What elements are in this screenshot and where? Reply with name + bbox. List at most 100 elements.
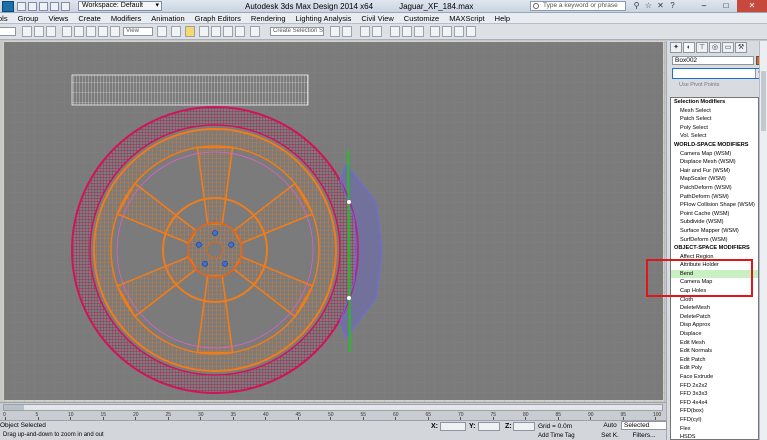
search-input[interactable]: Type a keyword or phrase	[530, 1, 626, 11]
star-icon[interactable]: ☆	[644, 2, 653, 10]
modifier-list-item[interactable]: Hair and Fur (WSM)	[671, 167, 758, 176]
modifier-list-item[interactable]: Camera Map (WSM)	[671, 150, 758, 159]
unlink-icon[interactable]	[34, 26, 44, 37]
percent-snap-icon[interactable]	[223, 26, 233, 37]
modifier-list-item[interactable]: Point Cache (WSM)	[671, 210, 758, 219]
select-object-icon[interactable]	[62, 26, 72, 37]
modifier-list-item[interactable]: PatchDeform (WSM)	[671, 184, 758, 193]
bind-space-warp-icon[interactable]	[46, 26, 56, 37]
rendered-frame-window-icon[interactable]	[442, 26, 452, 37]
set-key-button[interactable]: Set K.	[601, 431, 619, 440]
redo-icon[interactable]	[61, 1, 70, 11]
workspace-dropdown[interactable]: Workspace: Default	[78, 1, 162, 11]
modifier-list-item[interactable]: MapScaler (WSM)	[671, 175, 758, 184]
menu-maxscript[interactable]: MAXScript	[444, 14, 489, 23]
undo-icon[interactable]	[50, 1, 59, 11]
menu-create[interactable]: Create	[73, 14, 106, 23]
modifier-list-item[interactable]: DeleteMesh	[671, 304, 758, 313]
object-name-field[interactable]: Box002	[672, 56, 754, 65]
modify-icon[interactable]: ◐	[683, 42, 695, 53]
modifier-list-item[interactable]: Patch Select	[671, 115, 758, 124]
modifier-list-item[interactable]: Vol. Select	[671, 132, 758, 141]
menu-animation[interactable]: Animation	[146, 14, 189, 23]
motion-icon[interactable]: ◎	[709, 42, 721, 53]
layer-manager-icon[interactable]	[360, 26, 370, 37]
modifier-list-item[interactable]: HSDS	[671, 433, 758, 439]
y-coord-field[interactable]	[478, 422, 500, 431]
modifier-list-item[interactable]: Edit Poly	[671, 364, 758, 373]
spinner-snap-icon[interactable]	[235, 26, 245, 37]
new-file-icon[interactable]	[17, 1, 26, 11]
scrollbar-thumb[interactable]	[761, 71, 766, 131]
auto-key-button[interactable]: Auto	[601, 421, 619, 430]
display-icon[interactable]: ▭	[722, 42, 734, 53]
utilities-icon[interactable]: ⚒	[735, 42, 747, 53]
curve-editor-icon[interactable]	[390, 26, 400, 37]
binoculars-icon[interactable]: ⚲	[632, 2, 641, 10]
selection-filter-dropdown[interactable]	[0, 27, 16, 36]
app-logo-icon[interactable]	[2, 0, 14, 12]
modifier-list-item[interactable]: Edit Mesh	[671, 339, 758, 348]
modifier-list-item[interactable]: DeletePatch	[671, 313, 758, 322]
z-coord-field[interactable]	[513, 422, 535, 431]
modifier-list-item[interactable]: Subdivide (WSM)	[671, 218, 758, 227]
modifier-list-item[interactable]: PFlow Collision Shape (WSM)	[671, 201, 758, 210]
menu-rendering[interactable]: Rendering	[246, 14, 291, 23]
keyboard-shortcut-override-icon[interactable]	[185, 26, 195, 37]
modifier-list-item[interactable]: Flex	[671, 425, 758, 434]
menu-views[interactable]: Views	[43, 14, 73, 23]
menu-modifiers[interactable]: Modifiers	[106, 14, 146, 23]
schematic-view-icon[interactable]	[402, 26, 412, 37]
minimize-icon[interactable]: –	[693, 0, 715, 12]
modifier-list-item[interactable]: Displace	[671, 330, 758, 339]
menu-group[interactable]: Group	[13, 14, 44, 23]
select-manipulate-icon[interactable]	[171, 26, 181, 37]
scale-icon[interactable]	[110, 26, 120, 37]
key-filter-selected-dropdown[interactable]: Selected	[621, 421, 667, 430]
material-editor-icon[interactable]	[414, 26, 424, 37]
modifier-list-item[interactable]: Edit Normals	[671, 347, 758, 356]
menu-customize[interactable]: Customize	[399, 14, 444, 23]
save-file-icon[interactable]	[39, 1, 48, 11]
help-icon[interactable]: ?	[668, 2, 677, 10]
rotate-icon[interactable]	[98, 26, 108, 37]
menu-help[interactable]: Help	[490, 14, 515, 23]
modifier-list-item[interactable]: FFD 4x4x4	[671, 399, 758, 408]
modifier-list-item[interactable]: FFD(cyl)	[671, 416, 758, 425]
angle-snap-icon[interactable]	[211, 26, 221, 37]
pivot-center-icon[interactable]	[157, 26, 167, 37]
menu-tools[interactable]: ols	[0, 14, 13, 23]
modifier-list-item[interactable]: Displace Mesh (WSM)	[671, 158, 758, 167]
exchange-icon[interactable]: ✕	[656, 2, 665, 10]
modifier-list-item[interactable]: SurfDeform (WSM)	[671, 236, 758, 245]
reference-coordinate-dropdown[interactable]: View	[123, 27, 153, 36]
render-iterative-icon[interactable]	[466, 26, 476, 37]
modifier-list-item[interactable]: Disp Approx	[671, 321, 758, 330]
align-icon[interactable]	[342, 26, 352, 37]
use-pivot-points-option[interactable]: Use Pivot Points	[672, 81, 765, 89]
modifier-list-item[interactable]: PathDeform (WSM)	[671, 193, 758, 202]
select-by-name-icon[interactable]	[74, 26, 84, 37]
maximize-icon[interactable]: □	[715, 0, 737, 12]
edit-named-selection-icon[interactable]	[250, 26, 260, 37]
create-icon[interactable]: ✦	[670, 42, 682, 53]
render-setup-icon[interactable]	[430, 26, 440, 37]
modifier-list-item[interactable]: FFD(box)	[671, 407, 758, 416]
move-icon[interactable]	[86, 26, 96, 37]
modifier-list-item[interactable]: Poly Select	[671, 124, 758, 133]
modifier-list-item[interactable]: Mesh Select	[671, 107, 758, 116]
menu-civil-view[interactable]: Civil View	[356, 14, 398, 23]
open-file-icon[interactable]	[28, 1, 37, 11]
close-icon[interactable]: ✕	[737, 0, 767, 12]
modifier-list-item[interactable]: FFD 3x3x3	[671, 390, 758, 399]
named-selection-dropdown[interactable]: Create Selection S	[270, 27, 324, 36]
snaps-toggle-icon[interactable]	[199, 26, 209, 37]
time-slider-thumb[interactable]	[4, 405, 24, 410]
add-time-tag[interactable]: Add Time Tag	[538, 433, 575, 439]
select-link-icon[interactable]	[22, 26, 32, 37]
modifier-list-dropdown[interactable]: ▾	[672, 68, 765, 79]
modifier-list-item[interactable]: Edit Patch	[671, 356, 758, 365]
key-filters-button[interactable]: Filters...	[621, 431, 667, 440]
modifier-list-scrollbar[interactable]	[759, 41, 767, 440]
x-coord-field[interactable]	[440, 422, 466, 431]
